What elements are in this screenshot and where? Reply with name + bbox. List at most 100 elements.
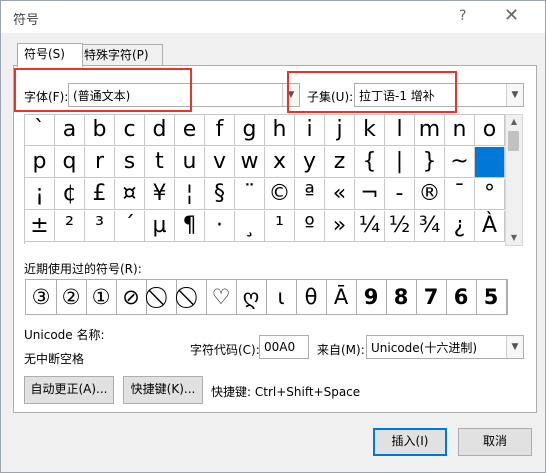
symbol-cell[interactable]: ª [295,179,325,210]
char-code-input[interactable]: 00A0 [259,335,309,359]
symbol-cell[interactable]: ° [475,179,505,210]
recent-symbol-cell[interactable]: ღ [236,280,267,314]
symbol-cell[interactable]: ½ [385,211,415,242]
symbol-cell[interactable]: ´ [115,211,145,242]
symbol-cell[interactable]: ¸ [235,211,265,242]
symbol-cell[interactable]: ¨ [235,179,265,210]
symbol-cell[interactable]: ¿ [445,211,475,242]
symbol-cell[interactable]: · [205,211,235,242]
symbol-cell[interactable]: p [25,147,55,178]
symbol-cell[interactable]: ¦ [175,179,205,210]
symbol-cell[interactable]: ¢ [55,179,85,210]
symbol-cell[interactable]: d [145,115,175,146]
recent-symbol-cell[interactable]: ③ [26,280,57,314]
recent-symbol-cell[interactable]: ⃠ [146,280,177,314]
scroll-thumb[interactable] [508,131,519,151]
symbol-cell[interactable]: z [325,147,355,178]
symbol-cell[interactable]: w [235,147,265,178]
autocorrect-button[interactable]: 自动更正(A)... [24,376,114,404]
symbol-cell[interactable]: a [55,115,85,146]
symbol-cell[interactable]: ® [415,179,445,210]
symbol-cell[interactable]: x [265,147,295,178]
symbol-cell[interactable]: ¹ [265,211,295,242]
symbol-cell[interactable]: - [385,179,415,210]
symbol-cell[interactable]: r [85,147,115,178]
symbol-cell[interactable]: n [445,115,475,146]
shortcut-key-text: 快捷键: Ctrl+Shift+Space [211,385,361,399]
recent-symbol-cell[interactable]: 6 [446,280,477,314]
recent-symbol-cell[interactable]: θ [296,280,327,314]
symbol-cell[interactable]: ¤ [115,179,145,210]
recent-symbol-cell[interactable]: ⊘ [116,280,147,314]
symbol-cell[interactable]: v [205,147,235,178]
symbol-cell[interactable]: j [325,115,355,146]
symbol-cell[interactable]: À [475,211,505,242]
symbol-cell[interactable]: s [115,147,145,178]
symbol-cell[interactable]: ± [25,211,55,242]
symbol-cell[interactable]: q [55,147,85,178]
symbol-cell[interactable]: y [295,147,325,178]
symbol-cell[interactable]: f [205,115,235,146]
symbol-cell[interactable]: t [145,147,175,178]
symbol-cell[interactable]: ¯ [445,179,475,210]
symbol-cell[interactable]: i [295,115,325,146]
symbol-cell[interactable]: ¼ [355,211,385,242]
recent-symbol-cell[interactable]: 5 [476,280,507,314]
cancel-button[interactable]: 取消 [458,428,532,456]
recent-symbol-cell[interactable]: ① [86,280,117,314]
from-dropdown[interactable]: Unicode(十六进制) ▼ [366,335,524,359]
symbol-cell[interactable]: c [115,115,145,146]
char-code-label: 字符代码(C): [190,343,260,357]
symbol-cell[interactable]: u [175,147,205,178]
symbol-cell[interactable]: £ [85,179,115,210]
symbol-cell[interactable]: } [415,147,445,178]
symbol-grid-scrollbar[interactable]: ▲ ▼ [505,114,523,246]
symbol-cell[interactable]: o [475,115,505,146]
symbol-cell[interactable]: » [325,211,355,242]
symbol-cell[interactable]: e [175,115,205,146]
symbol-dialog: 符号 ? ✕ 符号(S) 特殊字符(P) 字体(F): (普通文本) ▼ 子集(… [0,0,546,473]
symbol-cell[interactable]: l [385,115,415,146]
symbol-cell[interactable]: ~ [445,147,475,178]
recent-symbol-cell[interactable]: ♡ [206,280,237,314]
recent-symbol-cell[interactable]: ⃠ [176,280,207,314]
symbol-cell[interactable]: « [325,179,355,210]
recent-symbol-cell[interactable]: 8 [386,280,417,314]
symbol-cell[interactable]: µ [145,211,175,242]
chevron-down-icon[interactable]: ▼ [506,84,523,106]
scroll-up-icon[interactable]: ▲ [506,115,522,129]
symbol-cell[interactable]: m [415,115,445,146]
symbol-cell[interactable]: k [355,115,385,146]
help-icon[interactable]: ? [459,8,466,24]
recent-symbol-cell[interactable]: 7 [416,280,447,314]
scroll-down-icon[interactable]: ▼ [506,231,522,245]
symbol-cell[interactable]: § [205,179,235,210]
insert-button[interactable]: 插入(I) [373,428,447,456]
annotation-box-font [14,68,192,112]
symbol-cell[interactable]: ² [55,211,85,242]
symbol-cell[interactable]: | [385,147,415,178]
recent-symbol-cell[interactable]: ② [56,280,87,314]
symbol-cell[interactable]: { [355,147,385,178]
symbol-cell[interactable]: ¥ [145,179,175,210]
symbol-cell[interactable]: ³ [85,211,115,242]
recent-symbol-cell[interactable]: Ā [326,280,357,314]
symbol-cell[interactable] [475,147,505,178]
tab-special-characters[interactable]: 特殊字符(P) [77,44,163,66]
symbol-cell[interactable]: ¾ [415,211,445,242]
symbol-cell[interactable]: ¬ [355,179,385,210]
recent-symbol-cell[interactable]: ι [266,280,297,314]
tab-symbols[interactable]: 符号(S) [17,43,83,67]
chevron-down-icon[interactable]: ▼ [506,336,523,358]
symbol-cell[interactable]: b [85,115,115,146]
symbol-cell[interactable]: ` [25,115,55,146]
symbol-cell[interactable]: h [265,115,295,146]
symbol-cell[interactable]: © [265,179,295,210]
symbol-cell[interactable]: ¡ [25,179,55,210]
symbol-cell[interactable]: g [235,115,265,146]
close-icon[interactable]: ✕ [504,5,519,26]
symbol-cell[interactable]: ¶ [175,211,205,242]
symbol-cell[interactable]: º [295,211,325,242]
shortcut-key-button[interactable]: 快捷键(K)... [123,376,203,404]
recent-symbol-cell[interactable]: 9 [356,280,387,314]
